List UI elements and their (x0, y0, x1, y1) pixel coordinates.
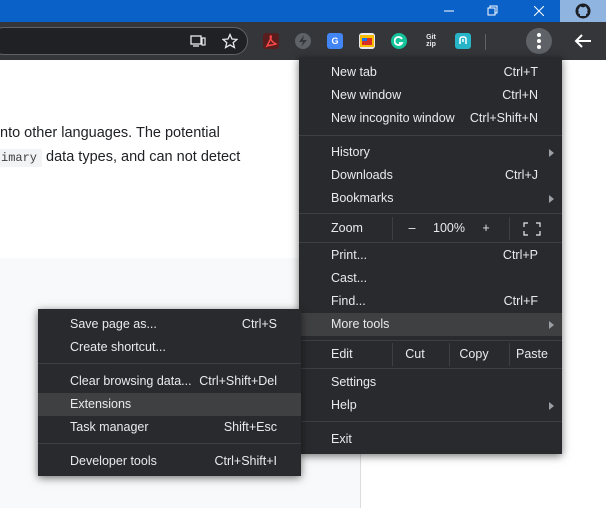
extension-icon[interactable] (455, 33, 471, 49)
menu-item-label: Find... (331, 294, 366, 308)
menu-item-shortcut: Ctrl+N (502, 88, 538, 102)
menu-divider (299, 368, 562, 369)
paste-button[interactable]: Paste (510, 343, 554, 366)
menu-item-cast[interactable]: Cast... (299, 267, 562, 290)
zoom-level: 100% (433, 221, 465, 235)
menu-item-shortcut: Shift+Esc (223, 420, 277, 434)
menu-item-label: Clear browsing data... (70, 374, 192, 388)
menu-item-settings[interactable]: Settings (299, 371, 562, 394)
submenu-arrow-icon (549, 195, 554, 203)
cut-button[interactable]: Cut (393, 343, 437, 366)
code-snippet: imary (0, 149, 43, 167)
submenu-arrow-icon (549, 321, 554, 329)
menu-item-label: New window (331, 88, 402, 102)
menu-item-downloads[interactable]: Downloads Ctrl+J (299, 164, 562, 187)
menu-item-label: Exit (331, 432, 352, 446)
menu-item-label: More tools (331, 317, 390, 331)
zoom-out-button[interactable]: – (403, 217, 421, 240)
zoom-in-button[interactable]: + (477, 217, 495, 240)
maximize-icon[interactable] (474, 0, 512, 22)
window-titlebar (0, 0, 606, 22)
menu-item-label: Help (331, 398, 357, 412)
menu-item-help[interactable]: Help (299, 394, 562, 417)
menu-divider (299, 421, 562, 422)
copy-button[interactable]: Copy (450, 343, 498, 366)
menu-item-label: Print... (331, 248, 368, 262)
menu-divider (299, 340, 562, 341)
menu-divider (299, 213, 562, 214)
menu-item-label: Settings (331, 375, 377, 389)
menu-item-shortcut: Ctrl+J (505, 168, 538, 182)
more-tools-submenu: Save page as... Ctrl+S Create shortcut..… (38, 309, 301, 476)
grammarly-icon[interactable] (391, 33, 407, 49)
paragraph-line-1: nto other languages. The potential (0, 125, 220, 141)
menu-item-shortcut: Ctrl+T (503, 65, 538, 79)
submenu-arrow-icon (549, 402, 554, 410)
menu-item-label: New incognito window (331, 111, 455, 125)
paragraph-line-2-text: data types, and can not detect (42, 149, 241, 165)
menu-divider (38, 363, 301, 364)
submenu-item-save-page[interactable]: Save page as... Ctrl+S (38, 313, 301, 336)
translate-icon[interactable]: G (327, 33, 343, 49)
menu-item-label: History (331, 145, 370, 159)
menu-item-label: Task manager (70, 420, 149, 434)
menu-item-new-tab[interactable]: New tab Ctrl+T (299, 61, 562, 84)
edit-row: Edit Cut Copy Paste (299, 343, 562, 366)
menu-divider (299, 135, 562, 136)
zoom-row: Zoom – 100% + (299, 217, 562, 240)
minimize-icon[interactable] (430, 0, 468, 22)
menu-divider (38, 443, 301, 444)
menu-item-label: Cast... (331, 271, 368, 285)
close-icon[interactable] (520, 0, 558, 22)
menu-item-label: Developer tools (70, 454, 157, 468)
pdf-icon[interactable] (263, 33, 279, 49)
zoom-separator (509, 217, 510, 240)
submenu-item-clear-browsing-data[interactable]: Clear browsing data... Ctrl+Shift+Del (38, 370, 301, 393)
menu-item-shortcut: Ctrl+Shift+N (469, 111, 538, 125)
chrome-main-menu: New tab Ctrl+T New window Ctrl+N New inc… (299, 57, 562, 454)
menu-item-bookmarks[interactable]: Bookmarks (299, 187, 562, 210)
address-bar[interactable] (0, 27, 248, 55)
menu-item-shortcut: Ctrl+Shift+I (214, 454, 277, 468)
menu-item-print[interactable]: Print... Ctrl+P (299, 244, 562, 267)
github-icon[interactable] (560, 0, 606, 22)
bookmark-star-icon[interactable] (222, 33, 238, 49)
menu-item-find[interactable]: Find... Ctrl+F (299, 290, 562, 313)
toolbar-separator (485, 34, 486, 50)
image-icon[interactable] (359, 33, 375, 49)
menu-item-new-incognito-window[interactable]: New incognito window Ctrl+Shift+N (299, 107, 562, 130)
menu-item-shortcut: Ctrl+S (241, 317, 277, 331)
menu-item-new-window[interactable]: New window Ctrl+N (299, 84, 562, 107)
menu-item-exit[interactable]: Exit (299, 428, 562, 451)
submenu-item-extensions[interactable]: Extensions (38, 393, 301, 416)
submenu-item-task-manager[interactable]: Task manager Shift+Esc (38, 416, 301, 439)
menu-item-label: Save page as... (70, 317, 157, 331)
menu-item-more-tools[interactable]: More tools (299, 313, 562, 336)
menu-item-shortcut: Ctrl+P (502, 248, 538, 262)
menu-item-shortcut: Ctrl+Shift+Del (199, 374, 277, 388)
kebab-menu-icon[interactable] (526, 28, 552, 54)
menu-item-label: Extensions (70, 397, 132, 411)
menu-item-label: Downloads (331, 168, 393, 182)
submenu-item-developer-tools[interactable]: Developer tools Ctrl+Shift+I (38, 450, 301, 473)
menu-divider (299, 242, 562, 243)
menu-item-label: Bookmarks (331, 191, 394, 205)
menu-item-label: New tab (331, 65, 377, 79)
submenu-item-create-shortcut[interactable]: Create shortcut... (38, 336, 301, 359)
submenu-arrow-icon (549, 149, 554, 157)
zoom-label: Zoom (331, 221, 363, 235)
menu-item-history[interactable]: History (299, 141, 562, 164)
back-arrow-icon[interactable] (572, 30, 594, 52)
edit-label: Edit (331, 347, 353, 361)
bolt-icon[interactable] (295, 33, 311, 49)
menu-item-label: Create shortcut... (70, 340, 166, 354)
menu-item-shortcut: Ctrl+F (503, 294, 538, 308)
browser-toolbar: G Git zip (0, 22, 606, 60)
install-app-icon[interactable] (190, 33, 206, 49)
zoom-separator (392, 217, 393, 240)
zip-icon[interactable]: Git zip (423, 33, 439, 49)
fullscreen-icon[interactable] (521, 217, 543, 240)
paragraph-line-2: imary data types, and can not detect (0, 149, 241, 167)
